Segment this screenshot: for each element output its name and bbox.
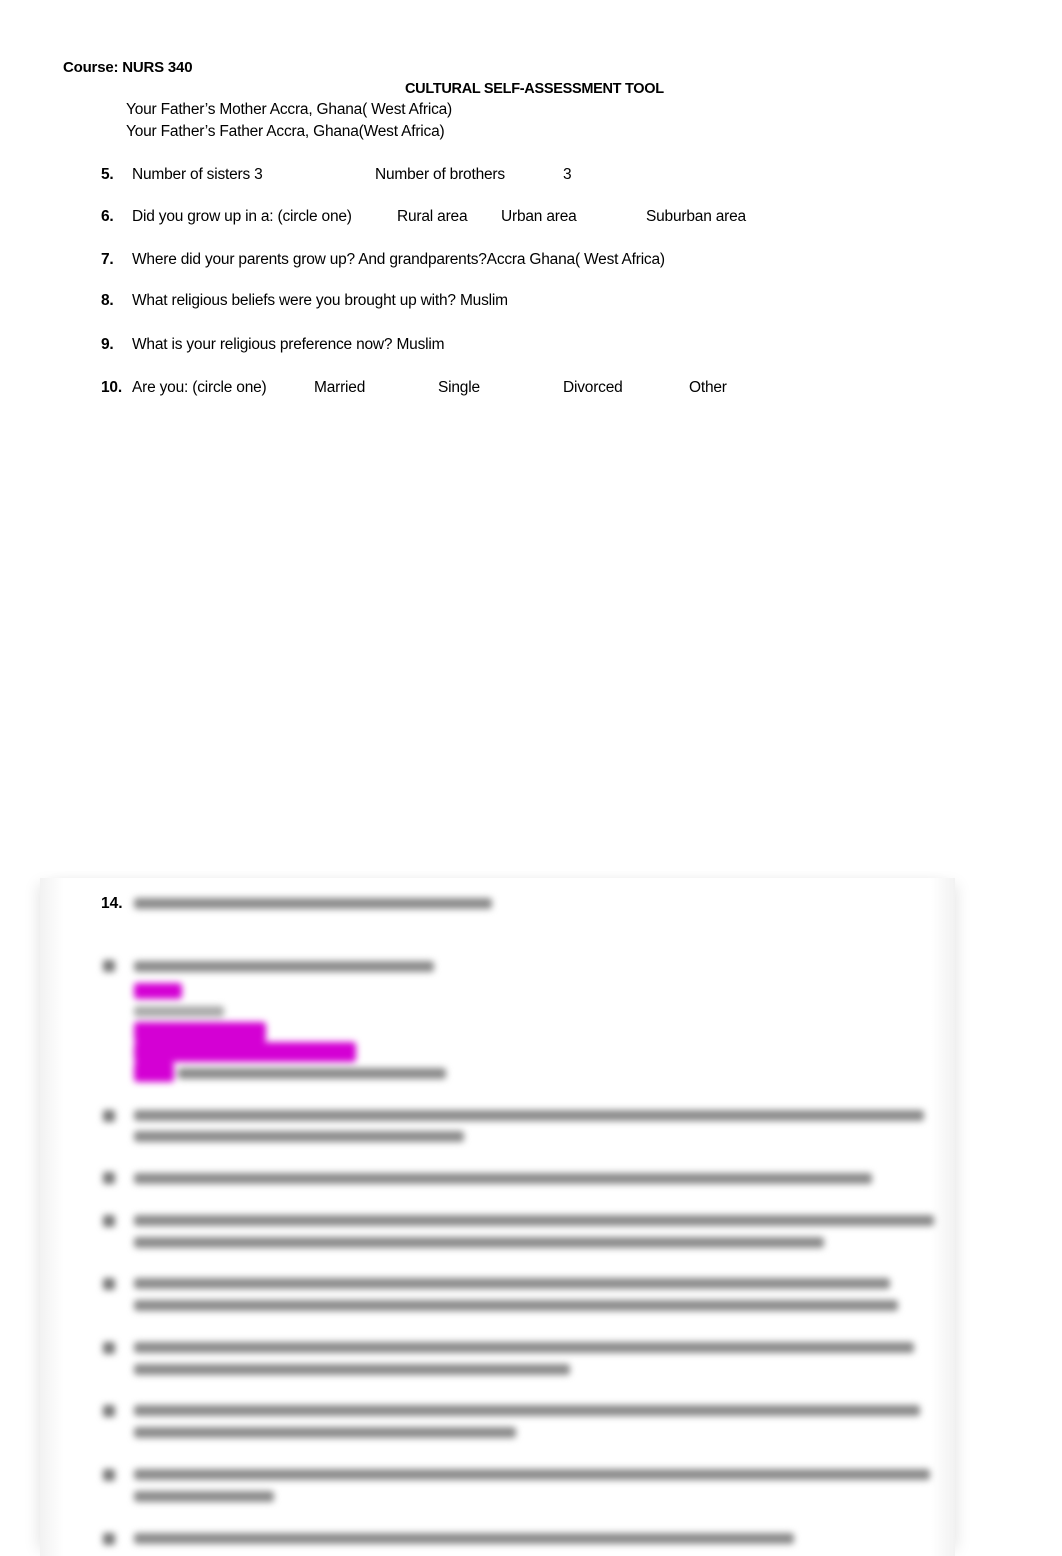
blurred-line	[134, 1237, 824, 1248]
blurred-line	[134, 898, 492, 909]
blurred-line	[134, 1215, 934, 1226]
blurred-number	[103, 1533, 115, 1545]
blurred-line	[134, 1533, 794, 1544]
blurred-line	[178, 1068, 446, 1079]
blurred-line	[134, 1491, 274, 1502]
blurred-line	[134, 1364, 570, 1375]
blurred-number	[103, 1110, 115, 1122]
blurred-number	[103, 1215, 115, 1227]
blurred-line	[134, 1110, 924, 1121]
highlighted-answer	[134, 1022, 266, 1042]
blurred-line	[134, 1427, 516, 1438]
highlighted-answer	[134, 983, 182, 999]
blurred-line	[134, 1469, 930, 1480]
blurred-line	[134, 1131, 464, 1142]
blurred-line	[134, 1405, 920, 1416]
blurred-number	[103, 1278, 115, 1290]
blurred-number	[103, 1405, 115, 1417]
blurred-line	[134, 1300, 898, 1311]
blurred-line	[134, 961, 434, 972]
highlighted-answer	[134, 1042, 356, 1062]
blurred-number	[103, 960, 115, 972]
highlighted-answer	[134, 1062, 174, 1082]
blurred-line	[134, 1278, 890, 1289]
blurred-number	[103, 1469, 115, 1481]
blurred-number	[103, 1172, 115, 1184]
blurred-number	[103, 1342, 115, 1354]
blurred-line	[134, 1342, 914, 1353]
blurred-line	[134, 1006, 224, 1017]
blurred-line	[134, 1173, 872, 1184]
blurred-content	[0, 0, 1062, 1556]
